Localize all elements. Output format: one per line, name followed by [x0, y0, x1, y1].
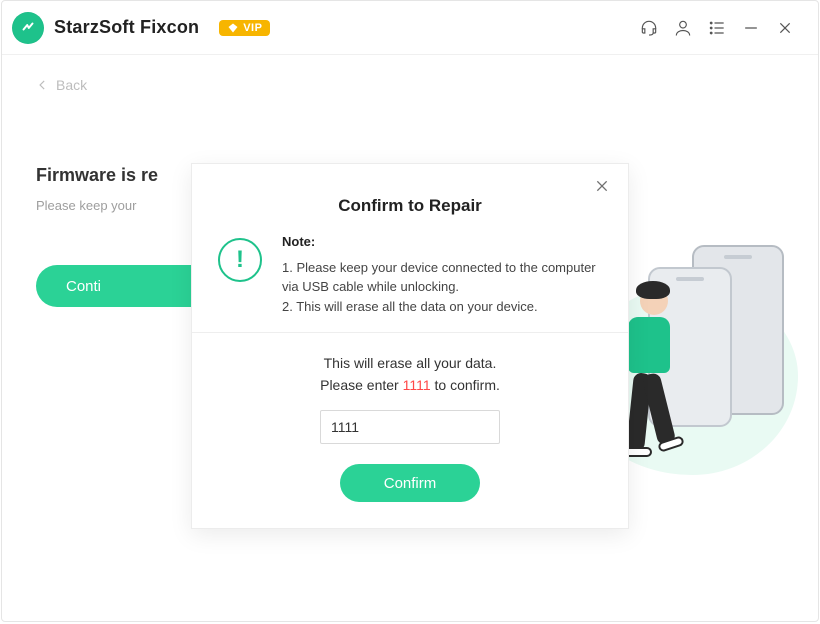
confirm-code: 1111: [403, 377, 431, 393]
app-title: StarzSoft Fixcon: [54, 17, 199, 38]
dialog-title: Confirm to Repair: [192, 164, 628, 232]
vip-label: VIP: [243, 22, 262, 34]
confirm-button-label: Confirm: [384, 475, 437, 492]
account-icon[interactable]: [666, 11, 700, 45]
confirm-button[interactable]: Confirm: [340, 464, 480, 502]
continue-label: Conti: [66, 278, 101, 295]
back-button[interactable]: Back: [36, 77, 87, 93]
dialog-close-button[interactable]: [590, 174, 614, 198]
warning-icon: !: [218, 238, 262, 282]
note-heading: Note:: [282, 232, 602, 252]
vip-badge: VIP: [219, 20, 270, 36]
app-brand: StarzSoft Fixcon VIP: [12, 12, 270, 44]
minimize-button[interactable]: [734, 11, 768, 45]
confirm-section: This will erase all your data. Please en…: [192, 333, 628, 528]
menu-list-icon[interactable]: [700, 11, 734, 45]
confirm-code-input[interactable]: [320, 410, 500, 444]
confirm-repair-dialog: Confirm to Repair ! Note: 1. Please keep…: [191, 163, 629, 529]
app-window: StarzSoft Fixcon VIP Back Fir: [1, 0, 819, 622]
app-logo-icon: [12, 12, 44, 44]
erase-line2: Please enter 1111 to confirm.: [218, 375, 602, 397]
note-line: 2. This will erase all the data on your …: [282, 297, 602, 317]
titlebar: StarzSoft Fixcon VIP: [2, 1, 818, 55]
support-headset-icon[interactable]: [632, 11, 666, 45]
back-label: Back: [56, 77, 87, 93]
note-line: 1. Please keep your device connected to …: [282, 258, 602, 297]
erase-warning: This will erase all your data. Please en…: [218, 353, 602, 396]
content-area: Back Firmware is re Please keep your Con…: [2, 55, 818, 621]
window-close-button[interactable]: [768, 11, 802, 45]
erase-line1: This will erase all your data.: [218, 353, 602, 375]
note-section: ! Note: 1. Please keep your device conne…: [192, 232, 628, 333]
